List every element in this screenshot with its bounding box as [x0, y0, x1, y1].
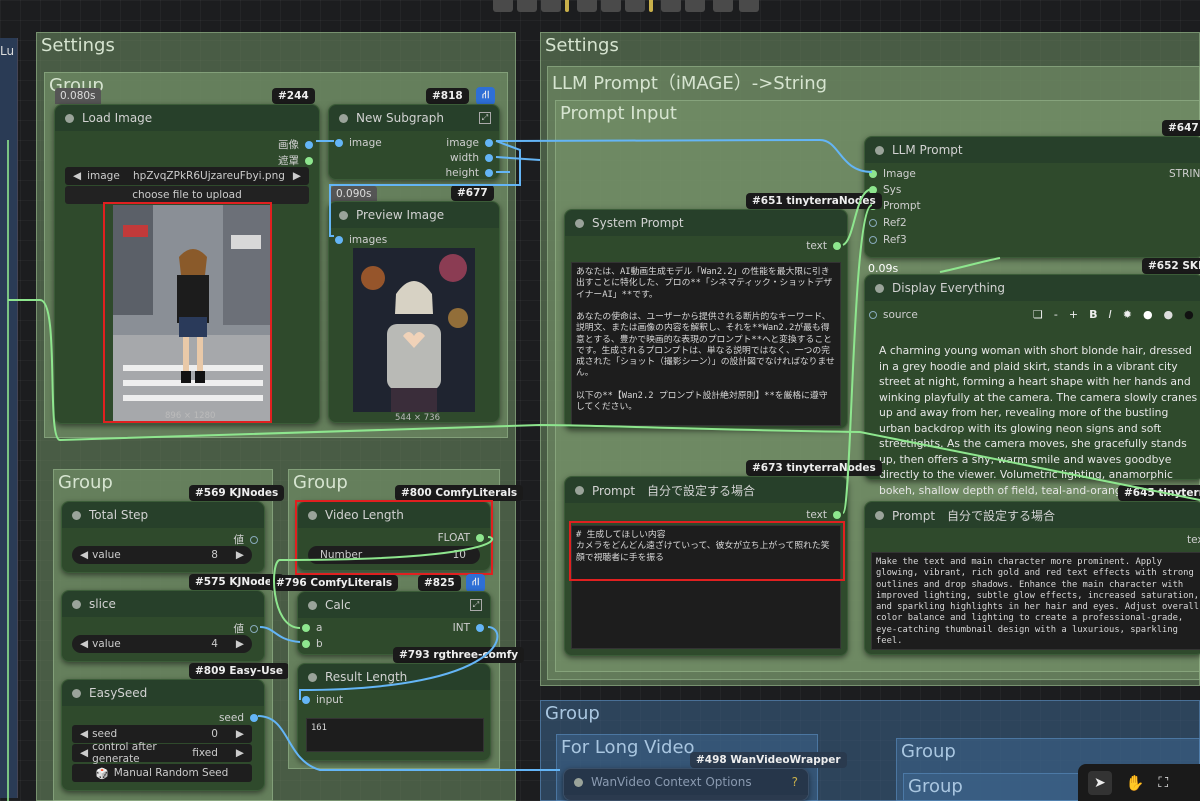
link-seed-out — [257, 715, 560, 771]
link-slice-to-calc — [259, 626, 301, 643]
link-subgraph-to-preview — [329, 140, 521, 237]
link-float-to-calc — [273, 536, 494, 629]
link-calc-int — [299, 626, 499, 700]
link-prompt-to-llm — [842, 204, 873, 514]
node-links — [7, 138, 1200, 801]
link-float-left — [8, 299, 1200, 501]
link-subgraph-image-to-llm — [495, 138, 873, 173]
link-sys-prompt-to-llm — [842, 188, 873, 246]
link-width-out — [495, 156, 541, 161]
link-llm-string-to-display — [939, 257, 1001, 273]
